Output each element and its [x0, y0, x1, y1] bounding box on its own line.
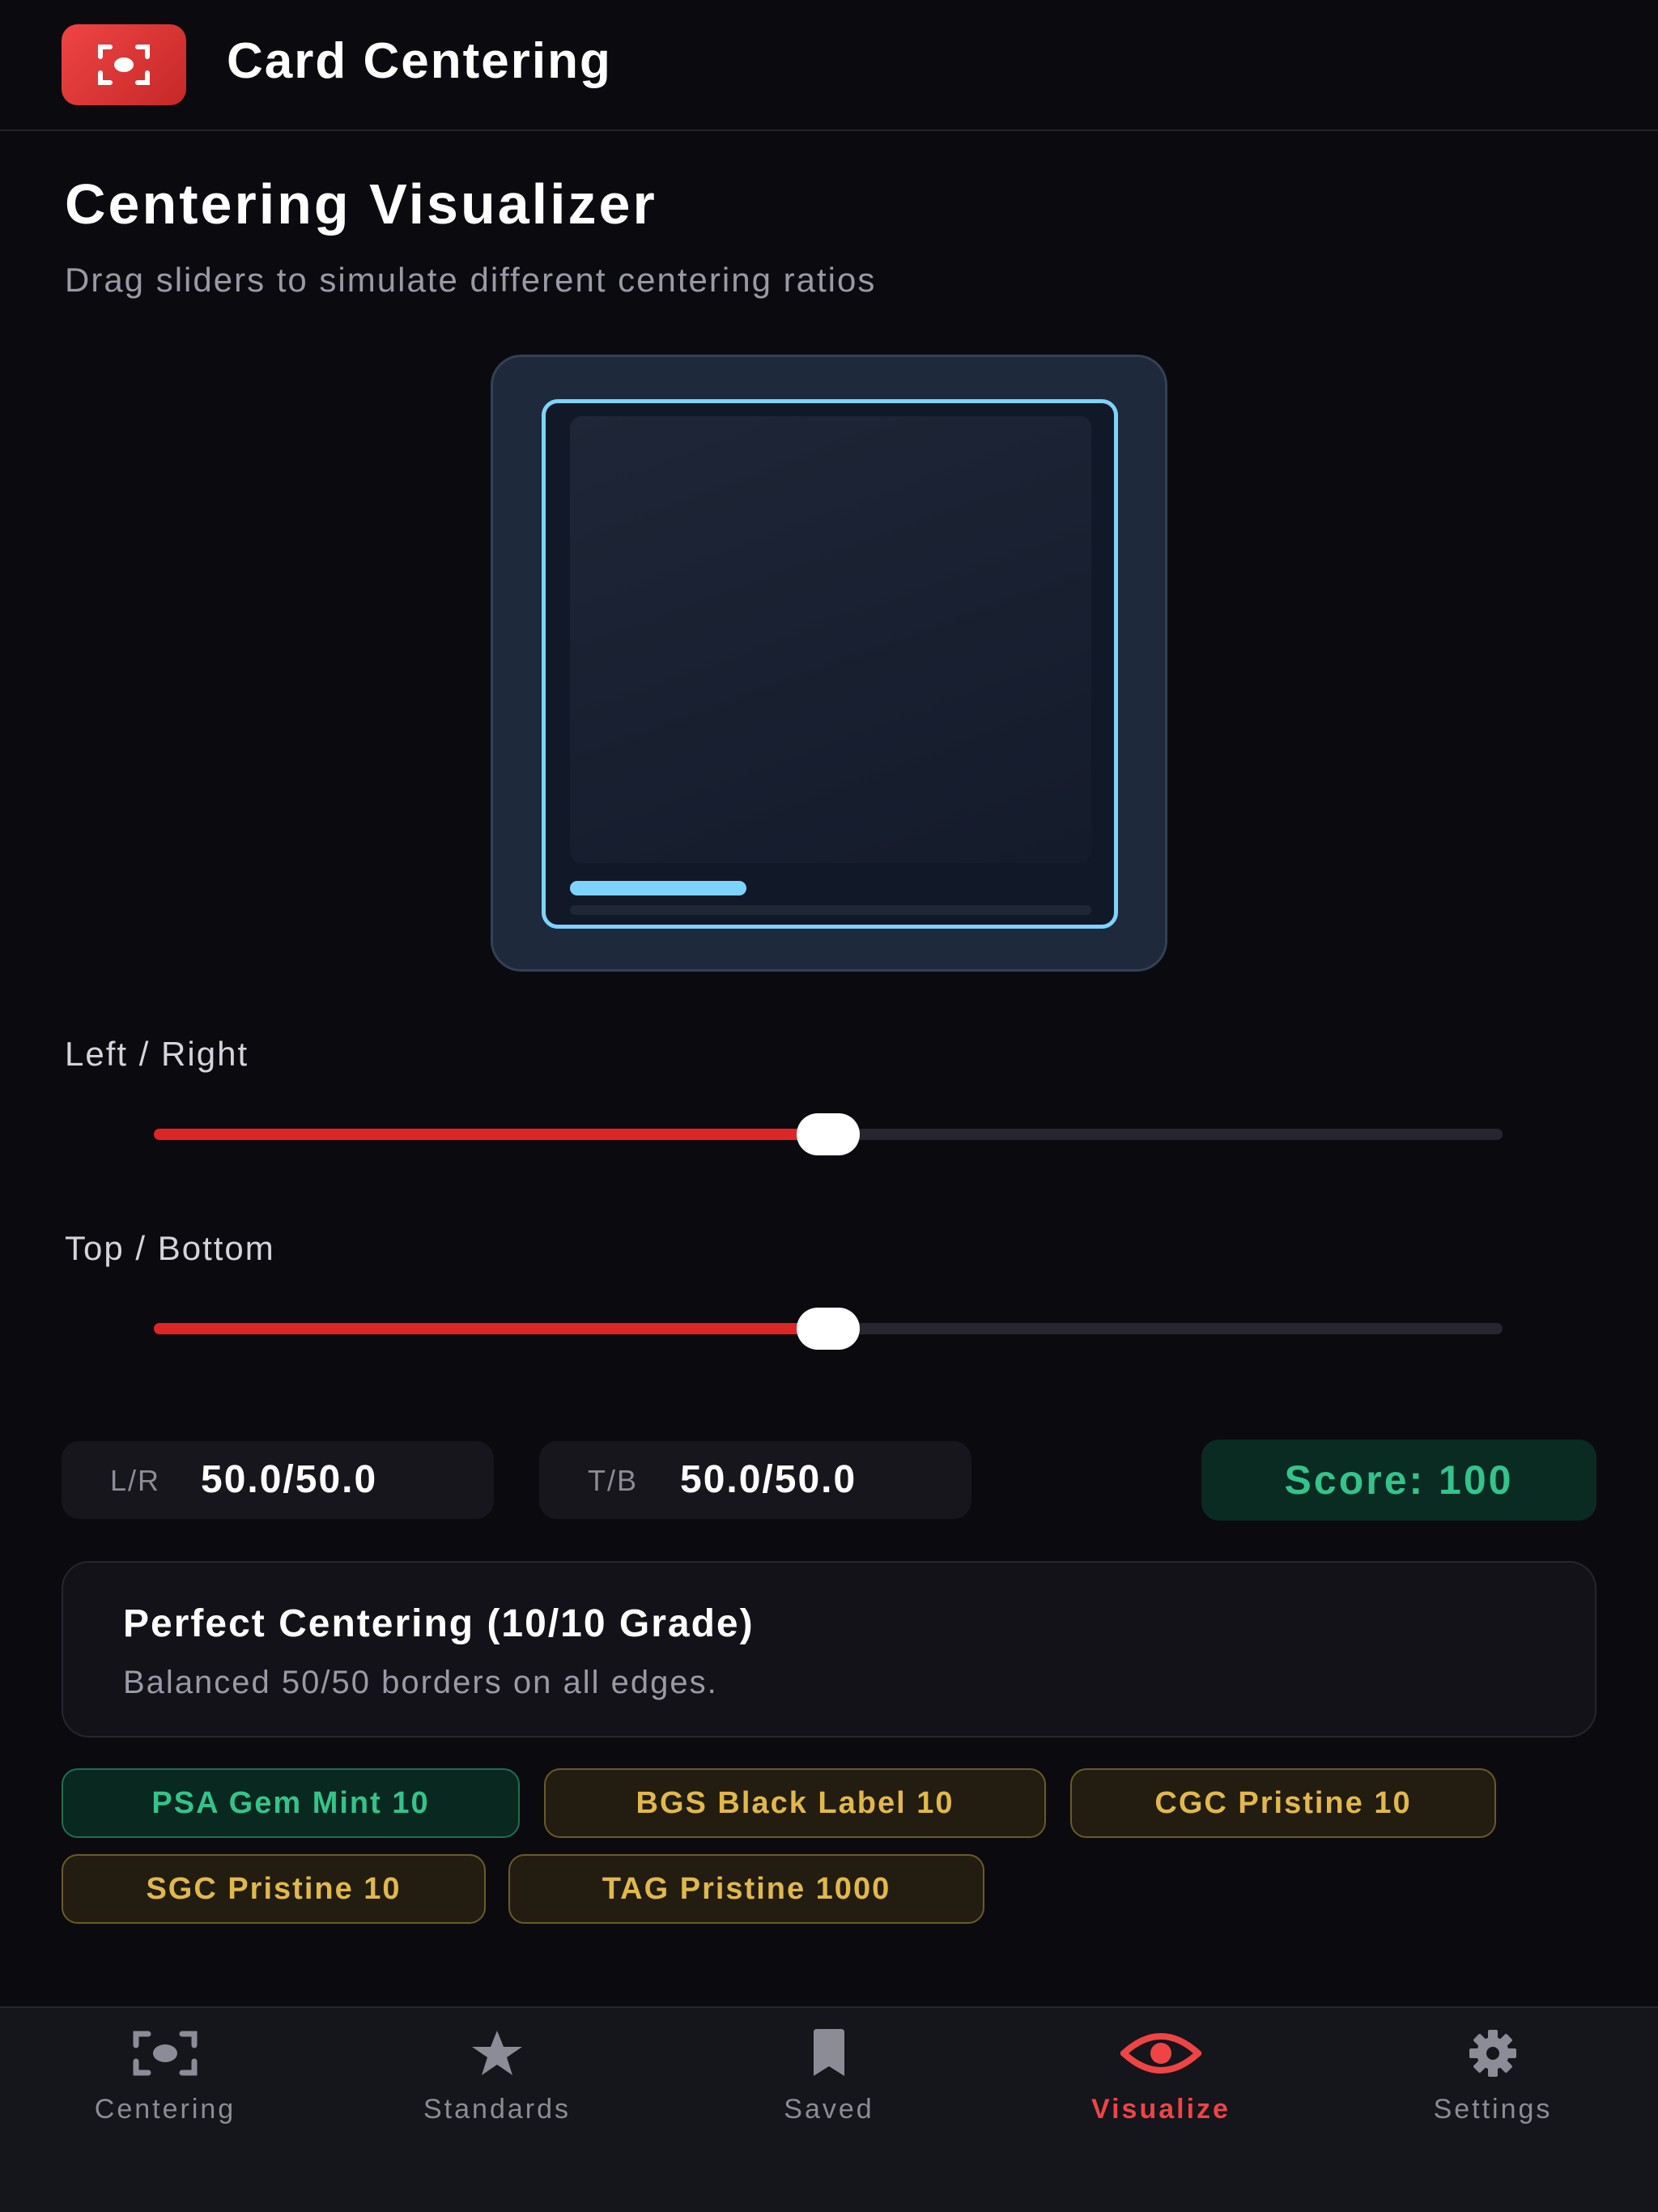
tb-ratio-box: T/B 50.0/50.0 [539, 1441, 971, 1519]
slider-label-top-bottom: Top / Bottom [65, 1229, 275, 1267]
grade-badge-sgc: SGC Pristine 10 [62, 1854, 486, 1924]
left-right-slider[interactable] [154, 1113, 1503, 1155]
nav-label: Centering [94, 2094, 236, 2125]
nav-tab-centering[interactable]: Centering [44, 2029, 287, 2150]
star-icon [472, 2031, 522, 2075]
app-title: Card Centering [227, 33, 612, 89]
nav-tab-settings[interactable]: Settings [1371, 2029, 1614, 2150]
grade-badge-psa: PSA Gem Mint 10 [62, 1768, 520, 1838]
slider-fill [154, 1323, 828, 1334]
nav-label: Visualize [1091, 2094, 1231, 2125]
app-logo [62, 24, 186, 105]
lr-ratio-key: L/R [110, 1464, 161, 1497]
grade-title: Perfect Centering (10/10 Grade) [123, 1602, 755, 1645]
tb-ratio-key: T/B [588, 1464, 639, 1497]
app-header: Card Centering [0, 0, 1658, 131]
grade-description: Balanced 50/50 borders on all edges. [123, 1665, 718, 1700]
nav-tab-saved[interactable]: Saved [708, 2029, 950, 2150]
slider-thumb[interactable] [797, 1308, 860, 1350]
slider-label-left-right: Left / Right [65, 1035, 249, 1073]
page-subtitle: Drag sliders to simulate different cente… [65, 261, 877, 299]
card-preview [491, 355, 1167, 972]
card-inner-frame [542, 399, 1118, 929]
nav-label: Saved [784, 2094, 874, 2125]
slider-thumb[interactable] [797, 1113, 860, 1155]
lr-ratio-box: L/R 50.0/50.0 [62, 1441, 494, 1519]
page-title: Centering Visualizer [65, 172, 657, 236]
card-text-line [570, 905, 1091, 915]
gear-icon [1469, 2030, 1516, 2077]
app: Card Centering Centering Visualizer Drag… [0, 0, 1658, 2212]
nav-label: Standards [423, 2094, 571, 2125]
grade-badge-tag: TAG Pristine 1000 [508, 1854, 984, 1924]
grade-badge-bgs: BGS Black Label 10 [544, 1768, 1046, 1838]
bookmark-icon [814, 2029, 844, 2076]
grade-info-card: Perfect Centering (10/10 Grade) Balanced… [62, 1561, 1596, 1738]
bottom-nav: Centering Standards Saved Visualize Sett… [0, 2006, 1658, 2212]
grade-badge-cgc: CGC Pristine 10 [1070, 1768, 1496, 1838]
slider-fill [154, 1129, 828, 1140]
eye-icon [1120, 2033, 1201, 2074]
focus-camera-icon [98, 45, 150, 85]
card-name-bar [570, 881, 746, 895]
top-bottom-slider[interactable] [154, 1308, 1503, 1350]
nav-tab-visualize[interactable]: Visualize [1039, 2029, 1282, 2150]
nav-tab-standards[interactable]: Standards [376, 2029, 619, 2150]
nav-label: Settings [1433, 2094, 1553, 2125]
card-art-area [570, 416, 1091, 863]
score-badge: Score: 100 [1201, 1440, 1596, 1521]
tb-ratio-value: 50.0/50.0 [680, 1458, 857, 1501]
lr-ratio-value: 50.0/50.0 [201, 1458, 378, 1501]
focus-camera-icon [133, 2031, 198, 2076]
